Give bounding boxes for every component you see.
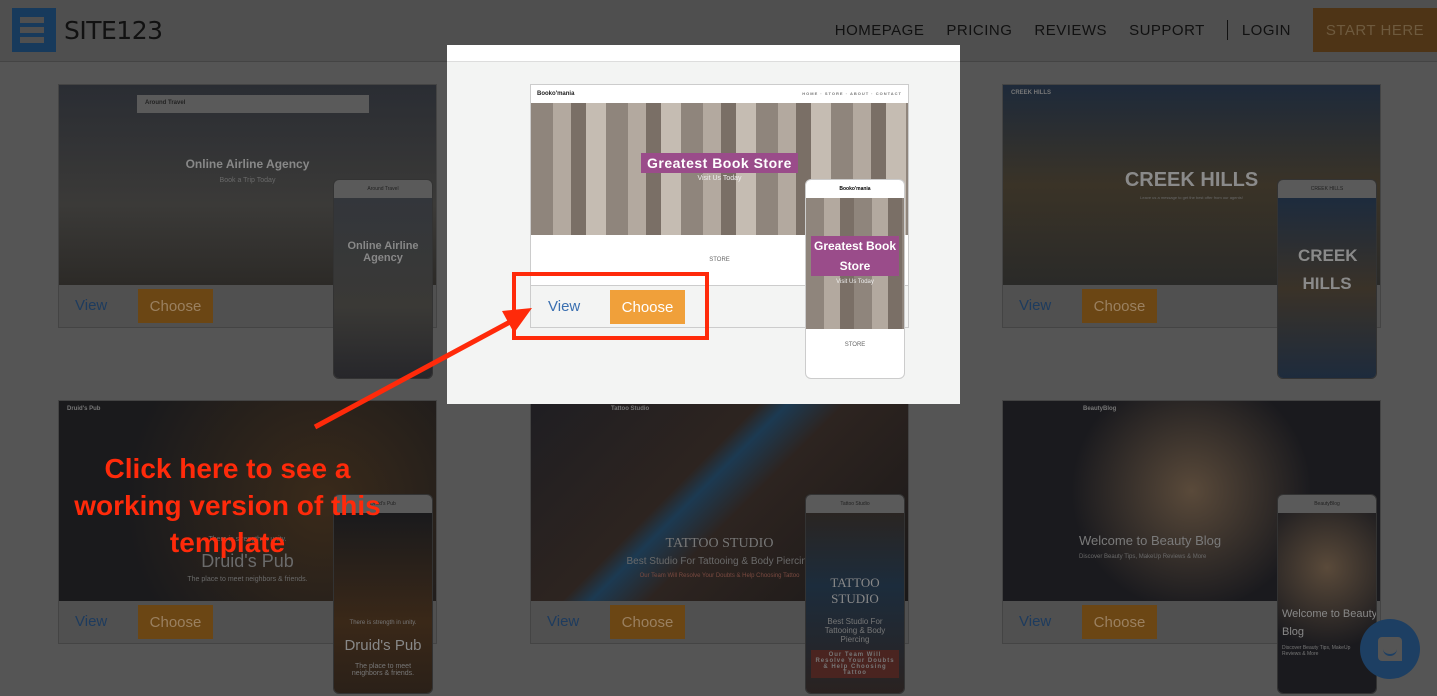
- chat-icon: [1378, 637, 1402, 661]
- chat-button[interactable]: [1360, 619, 1420, 679]
- arrow-icon: [313, 308, 532, 430]
- annotation-text: Click here to see a working version of t…: [74, 453, 381, 558]
